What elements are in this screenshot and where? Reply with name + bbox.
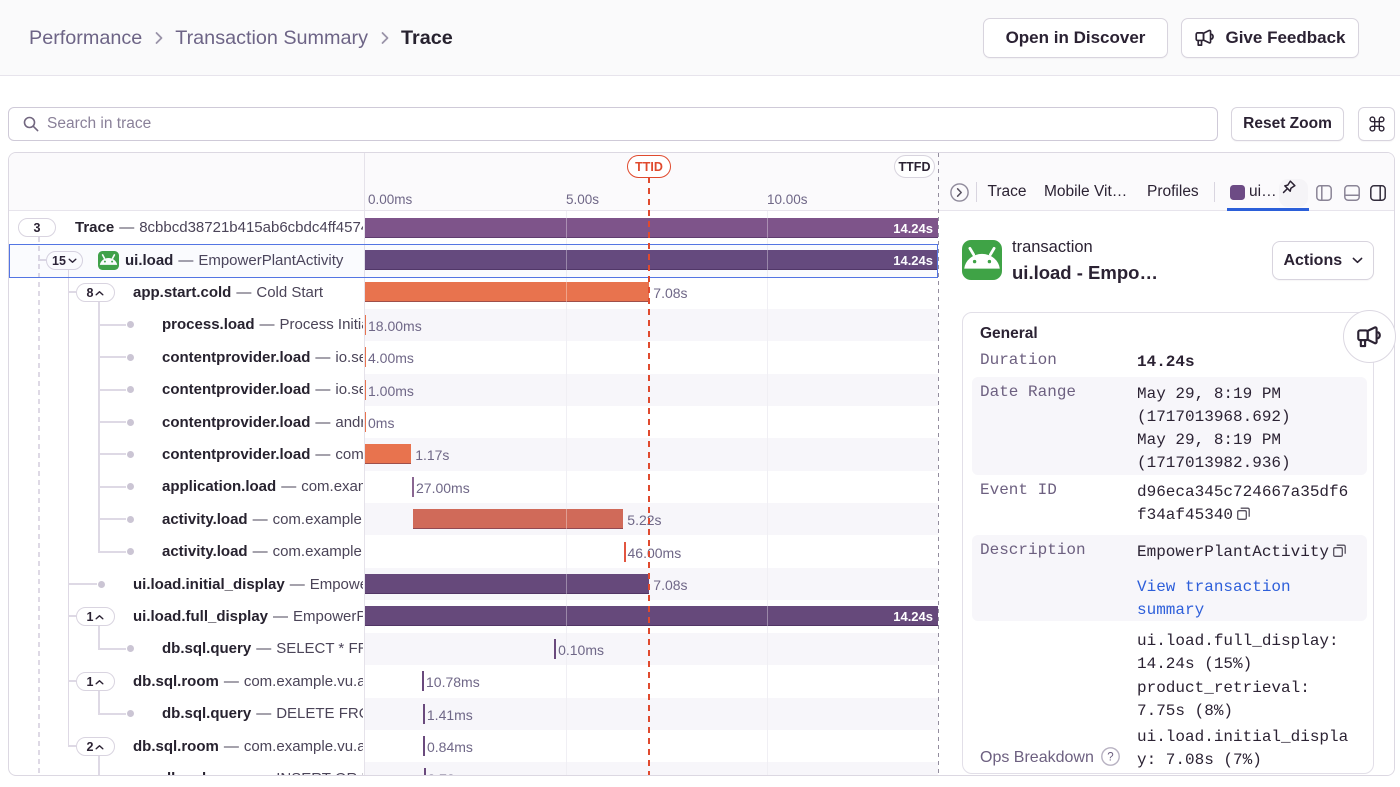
svg-text:?: ? <box>1107 751 1113 763</box>
